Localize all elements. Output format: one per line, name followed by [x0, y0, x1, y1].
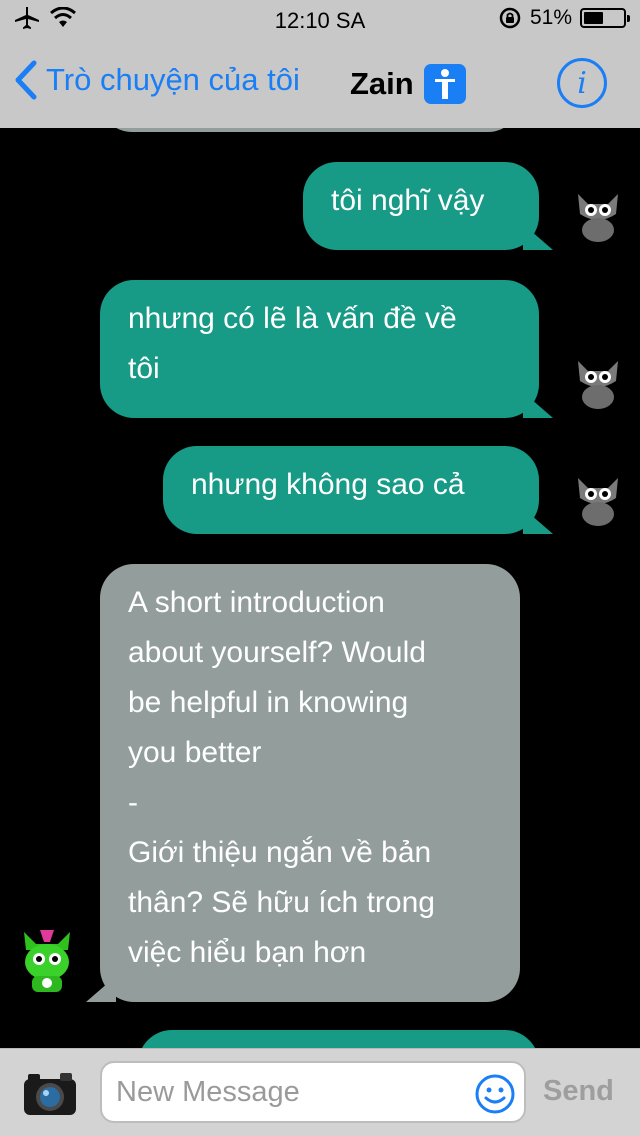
monster-avatar-icon [24, 930, 70, 992]
cat-avatar-icon [578, 194, 618, 242]
nav-bar: Trò chuyện của tôi Zain i [0, 50, 640, 120]
battery-icon [580, 8, 630, 28]
message-text: tôi nghĩ vậy [331, 184, 485, 217]
message-text-line: you better [128, 736, 262, 769]
rotation-lock-icon [499, 7, 521, 29]
back-button[interactable]: Trò chuyện của tôi [14, 60, 300, 100]
message-bubble-outgoing: nhưng có lẽ là vấn đề về tôi [100, 280, 539, 418]
message-text-line: thân? Sẽ hữu ích trong [128, 886, 435, 919]
message-text-line: nhưng có lẽ là vấn đề về [128, 302, 457, 335]
info-button[interactable]: i [557, 58, 607, 108]
status-right: 51% [498, 6, 630, 30]
battery-percent: 51% [529, 6, 572, 29]
camera-icon[interactable] [22, 1069, 78, 1119]
chevron-left-icon [15, 60, 37, 100]
cat-avatar-icon [578, 478, 618, 526]
partial-message-bubble [100, 128, 520, 132]
cat-avatar-icon [578, 361, 618, 409]
message-bubble-outgoing: nhưng không sao cả [163, 446, 539, 534]
message-text-line: be helpful in knowing [128, 686, 409, 719]
message-composer: Send [0, 1048, 640, 1136]
message-bubble-incoming: A short introduction about yourself? Wou… [100, 564, 520, 1002]
message-text-line: Giới thiệu ngắn về bản [128, 836, 432, 869]
message-text: nhưng không sao cả [191, 468, 465, 501]
top-bar: 12:10 SA 51% Trò chuyện của tôi Zain i [0, 0, 640, 128]
message-text-line: about yourself? Would [128, 636, 426, 669]
send-button[interactable]: Send [543, 1075, 614, 1108]
info-circle-icon: i [577, 65, 587, 101]
emoji-icon[interactable] [474, 1073, 516, 1115]
person-info-icon [423, 64, 466, 104]
conversation-title: Zain [350, 64, 466, 104]
status-bar: 12:10 SA 51% [0, 0, 640, 40]
back-label: Trò chuyện của tôi [46, 62, 300, 97]
message-input[interactable] [100, 1061, 526, 1123]
message-bubble-outgoing: tôi nghĩ vậy [303, 162, 539, 250]
partial-message-bubble [138, 1030, 539, 1048]
message-text-line: - [128, 786, 138, 819]
contact-name: Zain [350, 66, 414, 101]
message-text-line: việc hiểu bạn hơn [128, 936, 367, 969]
battery-fill [584, 12, 604, 24]
message-text-line: A short introduction [128, 586, 385, 619]
message-list[interactable]: tôi nghĩ vậy nhưng có lẽ là vấn đề về tô… [0, 128, 640, 1048]
message-text-line: tôi [128, 352, 160, 385]
